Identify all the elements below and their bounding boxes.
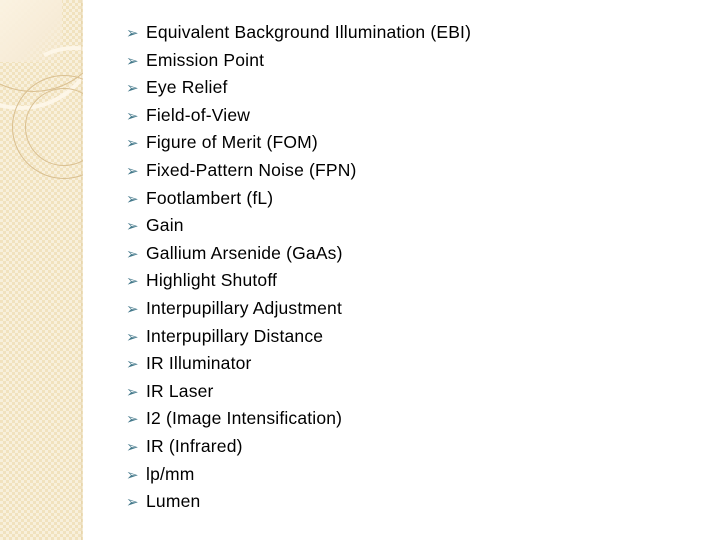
arrowhead-bullet-icon: ➢: [126, 356, 139, 374]
list-item-label: Interpupillary Distance: [146, 325, 324, 346]
list-item-label: Interpupillary Adjustment: [146, 297, 343, 318]
list-item-label: Gallium Arsenide (GaAs): [146, 242, 343, 263]
list-item[interactable]: ➢ IR (Infrared): [126, 433, 686, 461]
arrowhead-bullet-icon: ➢: [126, 190, 139, 208]
list-item-label: IR Illuminator: [146, 353, 252, 374]
arrowhead-bullet-icon: ➢: [126, 52, 139, 70]
decorative-sidebar: [0, 0, 83, 540]
list-item[interactable]: ➢ Emission Point: [126, 47, 686, 75]
list-item-label: Equivalent Background Illumination (EBI): [146, 22, 472, 42]
arrowhead-bullet-icon: ➢: [126, 411, 139, 429]
list-item-label: Lumen: [146, 491, 201, 512]
arrowhead-bullet-icon: ➢: [126, 162, 139, 180]
list-item[interactable]: ➢ Lumen: [126, 488, 686, 516]
list-item-label: Eye Relief: [146, 77, 228, 98]
arrowhead-bullet-icon: ➢: [126, 300, 139, 318]
arrowhead-bullet-icon: ➢: [126, 218, 139, 236]
list-item[interactable]: ➢ Gallium Arsenide (GaAs): [126, 240, 686, 268]
sidebar-right-edge: [81, 0, 83, 540]
arrowhead-bullet-icon: ➢: [126, 383, 139, 401]
list-item[interactable]: ➢ Footlambert (fL): [126, 185, 686, 213]
arrowhead-bullet-icon: ➢: [126, 135, 139, 153]
list-item-label: I2 (Image Intensification): [146, 408, 343, 429]
list-item-label: Figure of Merit (FOM): [146, 132, 318, 153]
list-item-label: IR (Infrared): [146, 435, 243, 456]
list-item-label: Footlambert (fL): [146, 187, 274, 208]
list-item[interactable]: ➢ Fixed-Pattern Noise (FPN): [126, 157, 686, 185]
arrowhead-bullet-icon: ➢: [126, 328, 139, 346]
list-item-label: IR Laser: [146, 380, 214, 401]
list-item[interactable]: ➢ IR Laser: [126, 378, 686, 406]
list-item[interactable]: ➢ Figure of Merit (FOM): [126, 129, 686, 157]
list-item[interactable]: ➢ Interpupillary Distance: [126, 323, 686, 351]
list-item[interactable]: ➢ IR Illuminator: [126, 350, 686, 378]
arrowhead-bullet-icon: ➢: [126, 107, 139, 125]
arrowhead-bullet-icon: ➢: [126, 438, 139, 456]
list-item-label: Field-of-View: [146, 104, 251, 125]
list-item[interactable]: ➢ Equivalent Background Illumination (EB…: [126, 19, 686, 47]
arrowhead-bullet-icon: ➢: [126, 494, 139, 512]
list-item[interactable]: ➢ Interpupillary Adjustment: [126, 295, 686, 323]
arrowhead-bullet-icon: ➢: [126, 466, 139, 484]
arrowhead-bullet-icon: ➢: [126, 245, 139, 263]
list-item-label: Emission Point: [146, 49, 265, 70]
list-item[interactable]: ➢ Highlight Shutoff: [126, 267, 686, 295]
list-item-label: Fixed-Pattern Noise (FPN): [146, 159, 357, 180]
glossary-bullet-list: ➢ Equivalent Background Illumination (EB…: [126, 19, 686, 516]
arrowhead-bullet-icon: ➢: [126, 273, 139, 291]
list-item-label: Highlight Shutoff: [146, 270, 278, 291]
list-item[interactable]: ➢ Eye Relief: [126, 74, 686, 102]
list-item[interactable]: ➢ lp/mm: [126, 461, 686, 489]
list-item-label: Gain: [146, 215, 184, 236]
list-item[interactable]: ➢ Gain: [126, 212, 686, 240]
list-item[interactable]: ➢ I2 (Image Intensification): [126, 405, 686, 433]
list-item[interactable]: ➢ Field-of-View: [126, 102, 686, 130]
list-item-label: lp/mm: [146, 463, 195, 484]
arrowhead-bullet-icon: ➢: [126, 25, 139, 42]
slide-canvas: ➢ Equivalent Background Illumination (EB…: [0, 0, 720, 540]
arrowhead-bullet-icon: ➢: [126, 80, 139, 98]
